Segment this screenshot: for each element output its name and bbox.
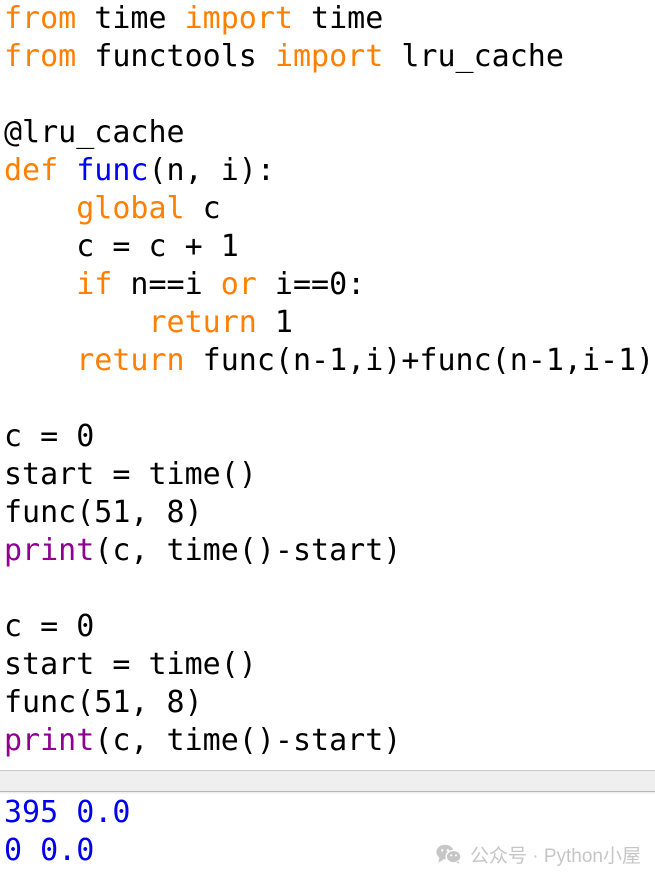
code-token: c = 0 [4,609,95,644]
code-token: start = time() [4,457,257,492]
code-token: lru_cache [383,39,564,74]
code-token: import [274,39,384,74]
code-token: from [4,1,77,36]
code-line[interactable]: if n==i or i==0: [0,266,655,304]
code-line[interactable]: from functools import lru_cache [0,38,655,76]
code-token: if [76,267,113,302]
output-line-list: 395 0.0 0 0.0 [0,794,655,870]
pane-splitter[interactable] [0,770,655,795]
code-token: @lru_cache [4,115,185,150]
code-line[interactable]: global c [0,190,655,228]
code-token: c = c + 1 [4,229,239,264]
code-token: or [220,267,257,302]
code-token: func(51, 8) [4,495,203,530]
code-token: import [184,1,293,36]
code-token: functools [76,39,275,74]
code-token: global [76,191,185,226]
code-line[interactable]: c = c + 1 [0,228,655,266]
code-token: c = 0 [4,419,95,454]
code-line[interactable] [0,76,655,114]
code-token: c [184,191,221,226]
code-token: return [76,343,185,378]
code-token: 1 [256,305,293,340]
code-line-list[interactable]: from time import time from functools impo… [0,0,655,760]
code-line[interactable]: print(c, time()-start) [0,532,655,570]
code-line[interactable]: start = time() [0,646,655,684]
code-token: func [76,153,149,188]
code-line[interactable]: print(c, time()-start) [0,722,655,760]
code-line[interactable]: return 1 [0,304,655,342]
output-line: 0 0.0 [4,833,95,868]
code-token: (c, time()-start) [94,723,402,758]
code-token: from [4,39,77,74]
code-token: print [4,723,95,758]
code-token: (n, i): [148,153,275,188]
code-token: return [148,305,257,340]
code-line[interactable]: func(51, 8) [0,684,655,722]
code-line[interactable]: @lru_cache [0,114,655,152]
code-token: func(n-1,i)+func(n-1,i-1) [184,343,655,378]
output-console-pane[interactable]: 395 0.0 0 0.0 [0,794,655,880]
output-line: 395 0.0 [4,795,131,830]
code-line[interactable]: return func(n-1,i)+func(n-1,i-1) [0,342,655,380]
code-token: time [76,1,185,36]
code-token: n==i [112,267,221,302]
code-line[interactable] [0,570,655,608]
code-line[interactable]: def func(n, i): [0,152,655,190]
code-token: start = time() [4,647,257,682]
code-token: time [293,1,384,36]
code-line[interactable]: start = time() [0,456,655,494]
code-token: func(51, 8) [4,685,203,720]
code-editor-pane[interactable]: from time import time from functools impo… [0,0,655,770]
code-token: i==0: [256,267,366,302]
code-line[interactable]: c = 0 [0,608,655,646]
code-token: (c, time()-start) [94,533,402,568]
code-line[interactable]: from time import time [0,0,655,38]
code-line[interactable] [0,380,655,418]
code-token: print [4,533,95,568]
code-token: def [4,153,59,188]
code-line[interactable]: c = 0 [0,418,655,456]
code-line[interactable]: func(51, 8) [0,494,655,532]
